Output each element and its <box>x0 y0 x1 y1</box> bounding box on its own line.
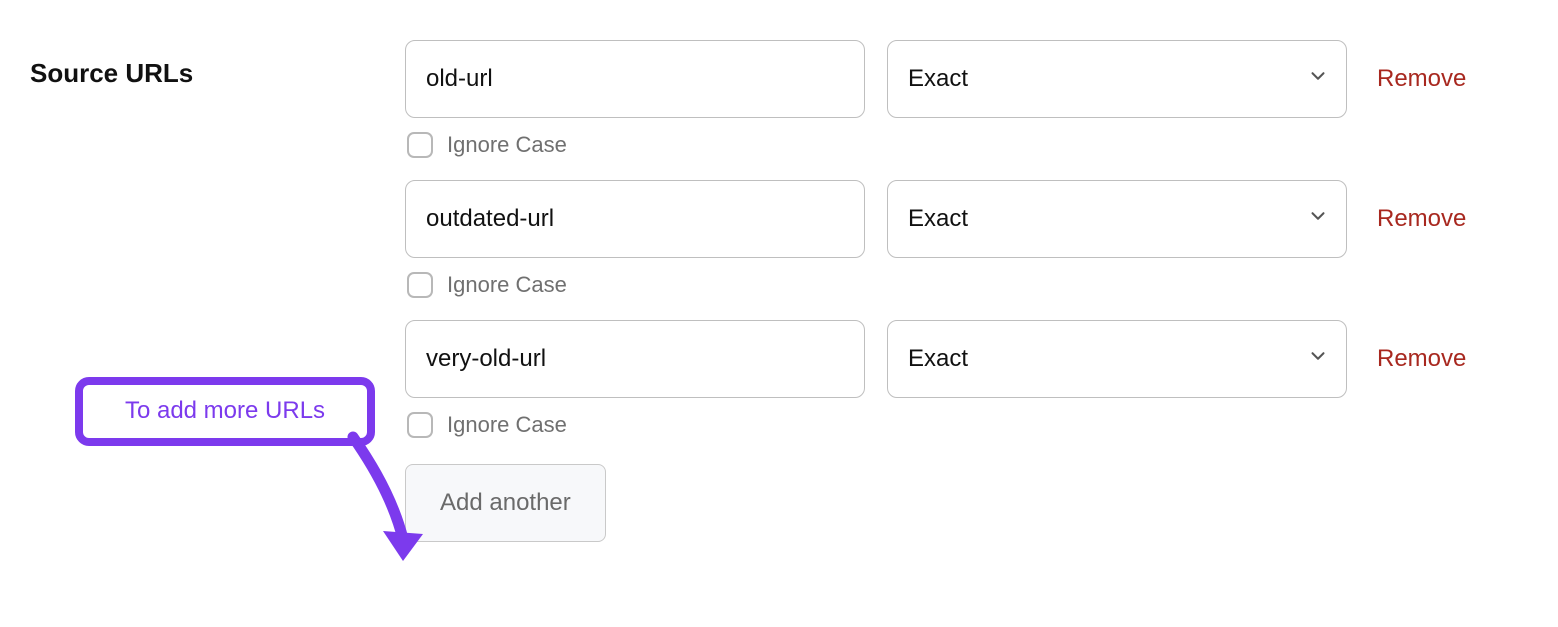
remove-link[interactable]: Remove <box>1377 65 1466 93</box>
match-type-select[interactable]: Exact <box>887 320 1347 398</box>
source-urls-label: Source URLs <box>30 58 405 89</box>
ignore-case-row: Ignore Case <box>405 412 1528 438</box>
url-row: Exact Remove <box>405 180 1528 258</box>
match-type-value: Exact <box>908 65 968 93</box>
source-url-input[interactable] <box>405 320 865 398</box>
ignore-case-label: Ignore Case <box>447 272 567 298</box>
match-type-value: Exact <box>908 345 968 373</box>
source-url-input[interactable] <box>405 180 865 258</box>
match-type-select[interactable]: Exact <box>887 180 1347 258</box>
remove-link[interactable]: Remove <box>1377 345 1466 373</box>
match-type-select[interactable]: Exact <box>887 40 1347 118</box>
ignore-case-label: Ignore Case <box>447 132 567 158</box>
url-row: Exact Remove <box>405 320 1528 398</box>
url-row: Exact Remove <box>405 40 1528 118</box>
ignore-case-row: Ignore Case <box>405 132 1528 158</box>
ignore-case-checkbox[interactable] <box>407 272 433 298</box>
source-url-input[interactable] <box>405 40 865 118</box>
annotation-callout: To add more URLs <box>75 377 375 446</box>
ignore-case-row: Ignore Case <box>405 272 1528 298</box>
remove-link[interactable]: Remove <box>1377 205 1466 233</box>
ignore-case-label: Ignore Case <box>447 412 567 438</box>
annotation-text: To add more URLs <box>75 377 375 446</box>
ignore-case-checkbox[interactable] <box>407 132 433 158</box>
annotation-arrow-icon <box>343 431 443 561</box>
match-type-value: Exact <box>908 205 968 233</box>
